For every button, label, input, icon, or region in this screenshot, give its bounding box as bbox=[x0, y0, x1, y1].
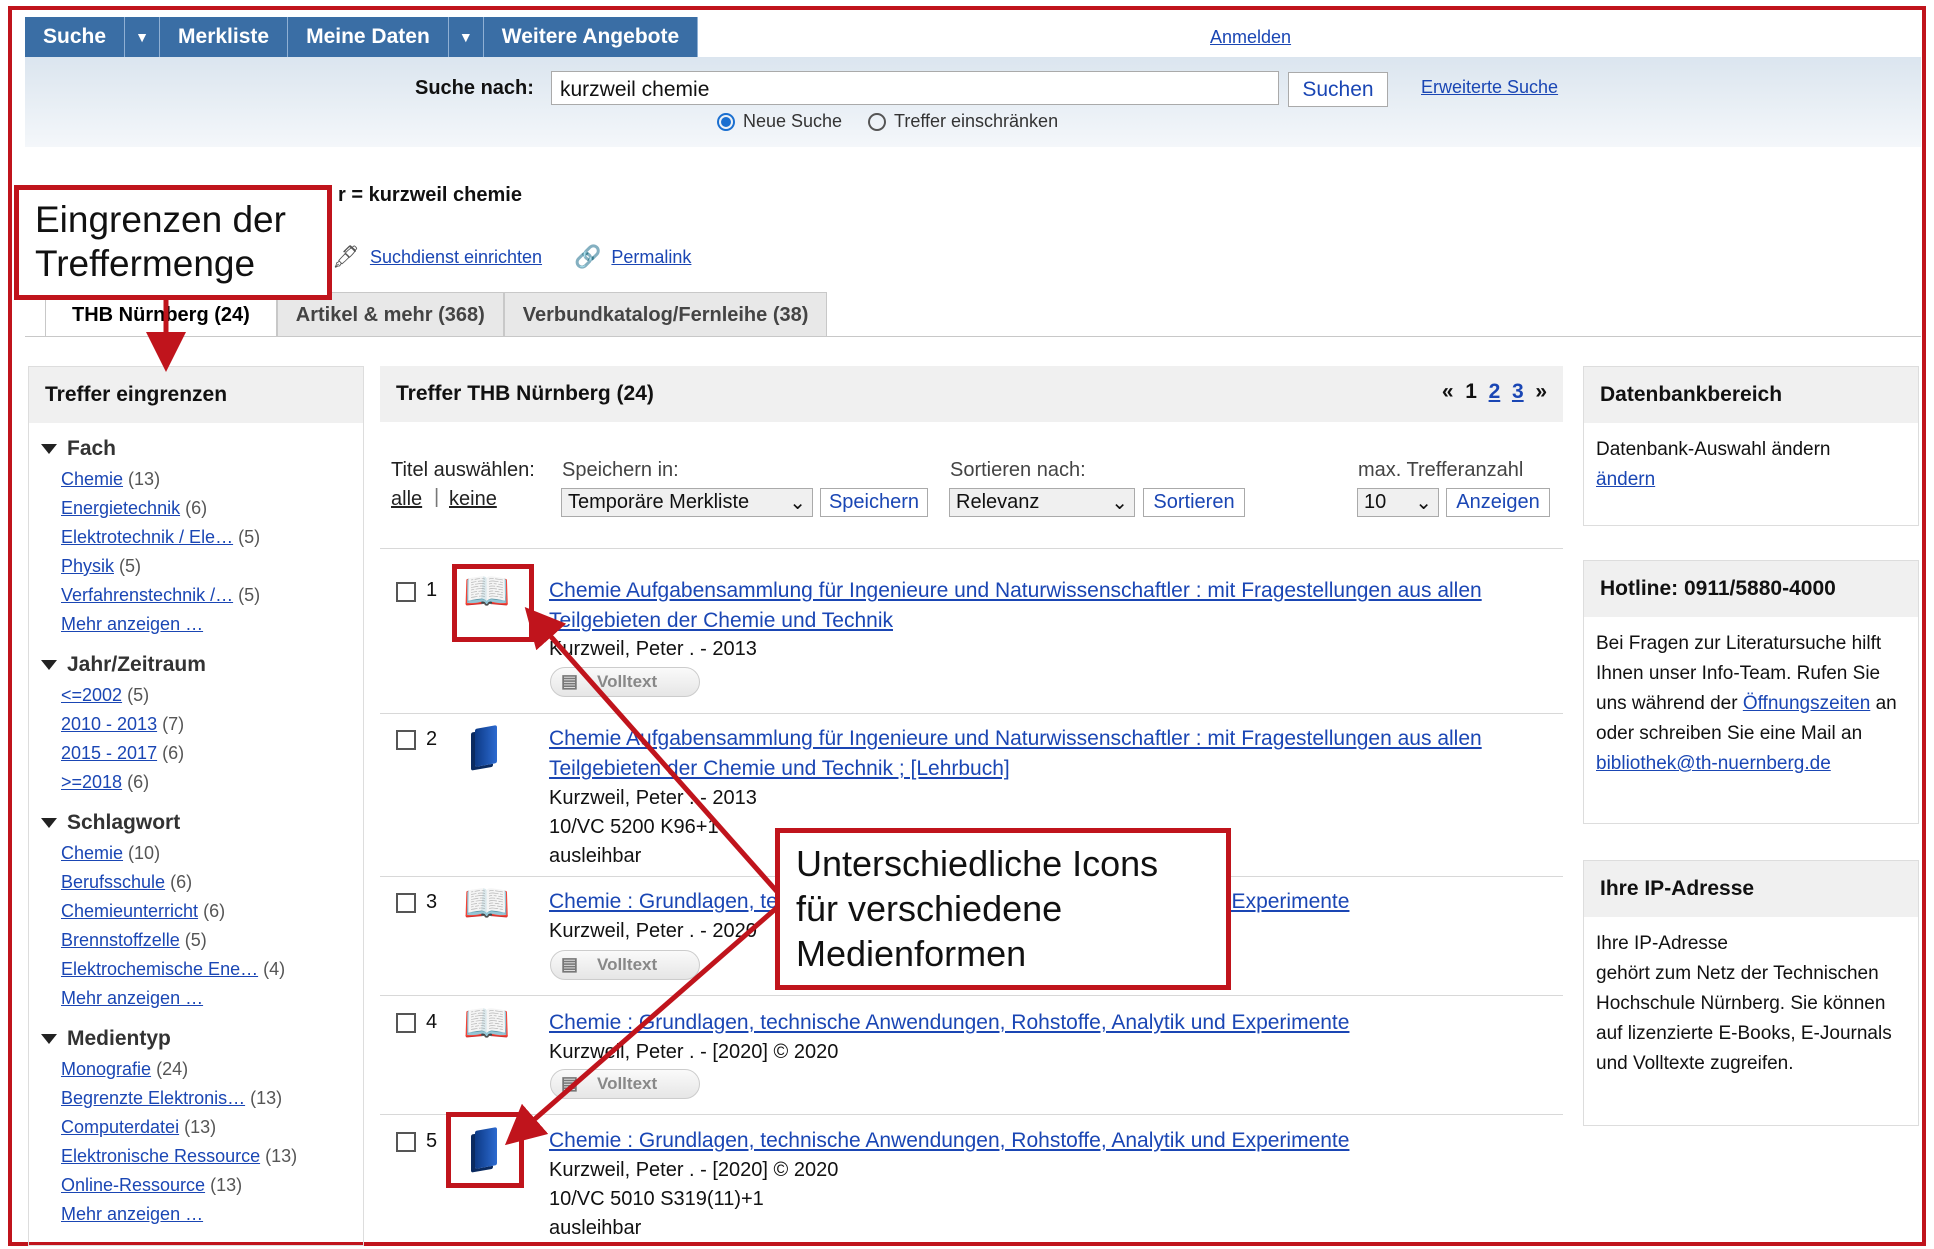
highlight-book-icon bbox=[446, 1112, 524, 1188]
annotation-facets: Eingrenzen der Treffermenge bbox=[14, 185, 332, 300]
highlight-ebook-icon bbox=[452, 564, 534, 642]
arrow-to-book-icon bbox=[504, 903, 782, 1146]
annotation-media-icons: Unterschiedliche Icons für verschiedene … bbox=[775, 828, 1231, 990]
arrow-to-ebook-icon bbox=[524, 607, 782, 897]
